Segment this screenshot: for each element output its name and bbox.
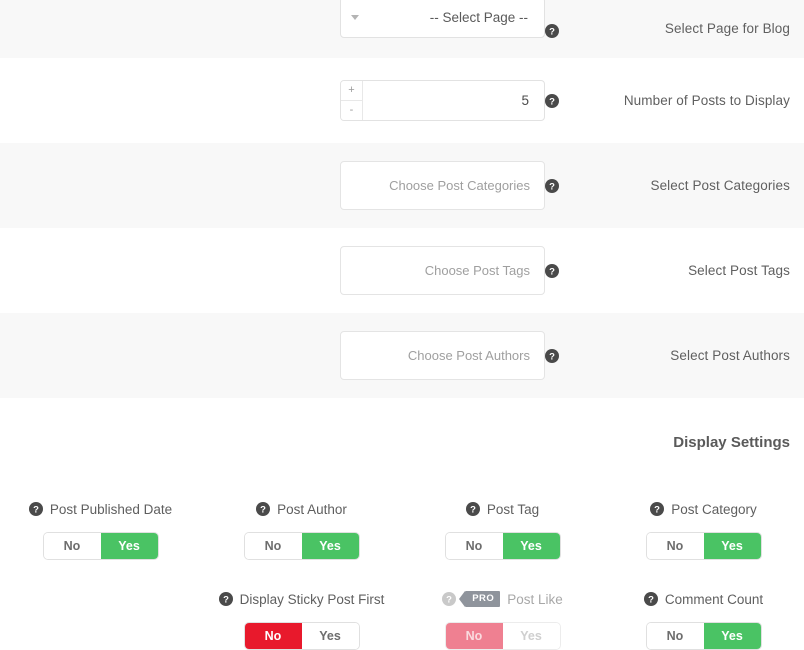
help-icon[interactable]: ? (28, 502, 43, 516)
toggle-cell-post-published-date: ? Post Published Date No Yes (0, 497, 201, 560)
row-label-post-tags: Select Post Tags (688, 262, 790, 278)
svg-text:?: ? (654, 505, 660, 516)
help-icon[interactable]: ? (256, 502, 271, 516)
toggle-label-post-category: Post Category (671, 501, 757, 517)
toggle-cell-post-like: ? PRO Post Like No Yes (402, 587, 603, 650)
post-categories-input[interactable]: Choose Post Categories (340, 161, 545, 210)
row-control-number-of-posts: + - 5 (340, 80, 545, 121)
number-of-posts-input[interactable]: 5 (363, 81, 544, 120)
help-icon[interactable]: ? (218, 592, 233, 606)
row-control-post-categories: Choose Post Categories (340, 161, 545, 210)
toggle-label-comment-count: Comment Count (664, 591, 764, 607)
select-page-dropdown[interactable]: -- Select Page -- (340, 0, 545, 38)
setting-row-number-of-posts: Number of Posts to Display ? + - 5 (0, 58, 804, 143)
svg-text:?: ? (549, 181, 555, 192)
toggle-label-post-like: Post Like (507, 591, 563, 607)
post-tags-input[interactable]: Choose Post Tags (340, 246, 545, 295)
select-page-value: -- Select Page -- (429, 10, 528, 25)
toggle-option-no[interactable]: No (646, 623, 704, 649)
toggle-head: ? Post Category (650, 497, 757, 521)
help-icon[interactable]: ? (545, 24, 559, 38)
chevron-down-icon (351, 15, 359, 20)
toggle-option-yes[interactable]: Yes (502, 533, 560, 559)
svg-text:?: ? (446, 595, 452, 606)
toggle-cell-post-author: ? Post Author No Yes (201, 497, 402, 560)
toggle-option-no[interactable]: No (43, 533, 101, 559)
svg-text:?: ? (549, 27, 555, 38)
svg-text:?: ? (223, 595, 229, 606)
display-settings-toggle-grid: ? Post Published Date No Yes ? Post Auth… (0, 497, 804, 650)
stepper-increment-button[interactable]: + (341, 81, 362, 101)
toggle-head: ? PRO Post Like (442, 587, 563, 611)
toggle-switch-comment-count[interactable]: No Yes (645, 622, 762, 650)
row-label-post-categories: Select Post Categories (650, 177, 790, 193)
toggle-head: ? Post Published Date (28, 497, 173, 521)
toggle-option-no[interactable]: No (445, 623, 503, 649)
help-icon[interactable]: ? (442, 592, 457, 606)
toggle-option-yes[interactable]: Yes (100, 533, 158, 559)
toggle-option-no[interactable]: No (244, 623, 302, 649)
toggle-switch-post-published-date[interactable]: No Yes (42, 532, 159, 560)
toggle-cell-post-tag: ? Post Tag No Yes (402, 497, 603, 560)
toggle-option-no[interactable]: No (646, 533, 704, 559)
help-icon[interactable]: ? (545, 348, 559, 363)
toggle-cell-post-category: ? Post Category No Yes (603, 497, 804, 560)
post-authors-input[interactable]: Choose Post Authors (340, 331, 545, 380)
svg-text:?: ? (549, 96, 555, 107)
help-icon[interactable]: ? (545, 178, 559, 193)
row-control-post-tags: Choose Post Tags (340, 246, 545, 295)
toggle-label-post-published-date: Post Published Date (49, 501, 173, 517)
toggle-switch-post-tag[interactable]: No Yes (444, 532, 561, 560)
row-label-number-of-posts: Number of Posts to Display (623, 92, 790, 108)
help-icon[interactable]: ? (545, 263, 559, 278)
toggle-switch-display-sticky-post-first[interactable]: No Yes (243, 622, 360, 650)
toggle-head: ? Display Sticky Post First (218, 587, 385, 611)
setting-row-post-categories: Select Post Categories ? Choose Post Cat… (0, 143, 804, 228)
toggle-cell-spacer (0, 587, 201, 650)
toggle-label-post-author: Post Author (277, 501, 347, 517)
help-icon[interactable]: ? (545, 93, 559, 108)
toggle-label-display-sticky-post-first: Display Sticky Post First (239, 591, 385, 607)
display-settings-heading: Display Settings (673, 434, 790, 451)
toggle-label-post-tag: Post Tag (486, 501, 540, 517)
row-label-post-authors: Select Post Authors (670, 347, 790, 363)
toggle-option-yes[interactable]: Yes (703, 533, 761, 559)
toggle-switch-post-author[interactable]: No Yes (243, 532, 360, 560)
svg-text:?: ? (549, 266, 555, 277)
svg-text:?: ? (648, 595, 654, 606)
stepper-buttons: + - (341, 81, 363, 120)
stepper-decrement-button[interactable]: - (341, 101, 362, 120)
row-control-post-authors: Choose Post Authors (340, 331, 545, 380)
toggle-option-no[interactable]: No (445, 533, 503, 559)
row-control-select-page: -- Select Page -- (340, 0, 545, 38)
row-label-select-page: Select Page for Blog (664, 21, 790, 37)
toggle-option-yes[interactable]: Yes (502, 623, 560, 649)
toggle-cell-display-sticky-post-first: ? Display Sticky Post First No Yes (201, 587, 402, 650)
toggle-cell-comment-count: ? Comment Count No Yes (603, 587, 804, 650)
toggle-option-yes[interactable]: Yes (703, 623, 761, 649)
svg-text:?: ? (470, 505, 476, 516)
svg-text:?: ? (549, 351, 555, 362)
help-icon[interactable]: ? (465, 502, 480, 516)
toggle-head: ? Post Author (256, 497, 347, 521)
settings-rows: Select Page for Blog ? -- Select Page --… (0, 0, 804, 398)
help-icon[interactable]: ? (650, 502, 665, 516)
toggle-switch-post-category[interactable]: No Yes (645, 532, 762, 560)
toggle-switch-post-like[interactable]: No Yes (444, 622, 561, 650)
setting-row-select-page: Select Page for Blog ? -- Select Page -- (0, 0, 804, 58)
setting-row-post-tags: Select Post Tags ? Choose Post Tags (0, 228, 804, 313)
toggle-option-yes[interactable]: Yes (301, 623, 359, 649)
svg-text:?: ? (260, 505, 266, 516)
toggle-option-yes[interactable]: Yes (301, 533, 359, 559)
svg-text:?: ? (33, 505, 39, 516)
toggle-head: ? Comment Count (643, 587, 764, 611)
toggle-head: ? Post Tag (465, 497, 540, 521)
setting-row-post-authors: Select Post Authors ? Choose Post Author… (0, 313, 804, 398)
pro-badge: PRO (459, 591, 501, 608)
help-icon[interactable]: ? (643, 592, 658, 606)
blog-settings-panel: Select Page for Blog ? -- Select Page --… (0, 0, 804, 650)
number-of-posts-stepper[interactable]: + - 5 (340, 80, 545, 121)
toggle-option-no[interactable]: No (244, 533, 302, 559)
